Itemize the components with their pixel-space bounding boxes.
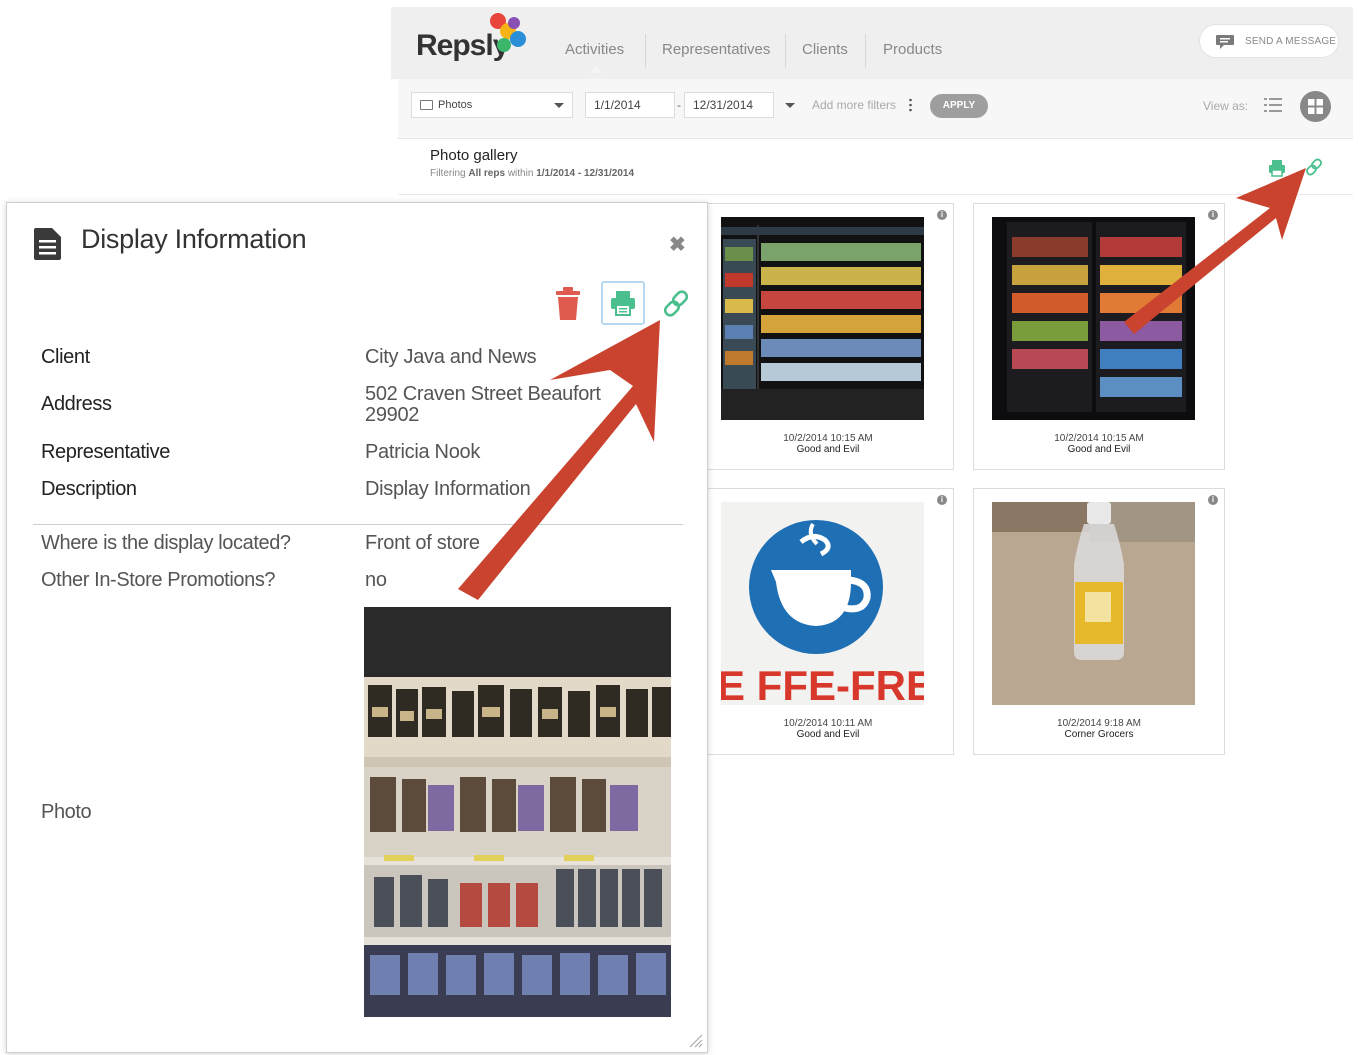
description-label: Description <box>41 478 137 500</box>
question-label: Where is the display located? <box>41 532 291 554</box>
photo-timestamp: 10/2/2014 10:11 AM <box>783 718 873 729</box>
photo-label: Photo <box>41 801 92 823</box>
question-label: Other In-Store Promotions? <box>41 569 276 591</box>
photo-client-name: Good and Evil <box>796 729 860 740</box>
gallery-header: Photo gallery Filtering All reps within … <box>398 139 1353 195</box>
photo-timestamp: 10/2/2014 10:15 AM <box>783 433 873 444</box>
client-label: Client <box>41 346 90 368</box>
photo-client-name: Good and Evil <box>796 444 860 455</box>
info-icon[interactable]: i <box>937 210 947 220</box>
filter-summary-reps: All reps <box>468 168 506 179</box>
filter-summary-range: 1/1/2014 - 12/31/2014 <box>536 168 635 179</box>
repsly-logo-icon <box>490 13 526 52</box>
photo-timestamp: 10/2/2014 10:15 AM <box>1054 433 1144 444</box>
address-label: Address <box>41 393 112 415</box>
chevron-down-icon <box>554 103 564 108</box>
address-line-1: 502 Craven Street Beaufort <box>365 383 601 405</box>
active-tab-caret <box>588 66 604 73</box>
representative-value: Patricia Nook <box>365 441 481 463</box>
photo-card[interactable]: i 10/2/2014 10:15 AM Good and Evil <box>973 203 1225 470</box>
top-navigation-bar: Repsly Activities Representatives Client… <box>391 7 1353 79</box>
display-photo[interactable] <box>364 607 671 1017</box>
add-more-filters-link[interactable]: Add more filters <box>812 98 896 112</box>
filter-bar: Photos 1/1/2014 - 12/31/2014 Add more fi… <box>398 79 1353 139</box>
nav-divider <box>645 34 646 68</box>
nav-tab-clients[interactable]: Clients <box>802 41 848 58</box>
photo-card[interactable]: i E FFE-FRE 10/2/2014 10:11 AM Good and … <box>702 488 954 755</box>
activity-type-value: Photos <box>438 99 473 111</box>
apply-button[interactable]: APPLY <box>930 94 988 118</box>
nav-divider <box>785 34 786 68</box>
info-icon[interactable]: i <box>1208 210 1218 220</box>
link-icon[interactable] <box>661 289 691 319</box>
chat-bubble-icon <box>1216 35 1234 49</box>
date-to-input[interactable]: 12/31/2014 <box>684 92 774 118</box>
link-icon[interactable] <box>1304 157 1324 177</box>
representative-label: Representative <box>41 441 170 463</box>
photo-card[interactable]: i 10/2/2014 9:18 AM Corner Grocers <box>973 488 1225 755</box>
modal-title: Display Information <box>81 224 307 254</box>
section-divider <box>33 524 683 525</box>
nav-tab-products[interactable]: Products <box>883 41 942 58</box>
send-message-label: SEND A MESSAGE <box>1245 36 1337 47</box>
view-as-label: View as: <box>1203 99 1249 113</box>
display-information-modal: Display Information ✖ Client City Java a… <box>6 202 708 1053</box>
vertical-dots-icon[interactable] <box>909 98 912 112</box>
print-button[interactable] <box>601 281 645 325</box>
close-icon[interactable]: ✖ <box>669 232 686 257</box>
photo-client-name: Corner Grocers <box>1064 729 1134 740</box>
filter-summary-within: within <box>507 168 534 179</box>
list-view-icon[interactable] <box>1264 97 1282 113</box>
gallery-filter-summary: Filtering All reps within 1/1/2014 - 12/… <box>430 168 634 179</box>
print-icon <box>611 291 635 316</box>
question-answer: no <box>365 569 387 591</box>
send-message-button[interactable]: SEND A MESSAGE <box>1199 24 1339 58</box>
photo-client-name: Good and Evil <box>1067 444 1131 455</box>
photo-timestamp: 10/2/2014 9:18 AM <box>1057 718 1141 729</box>
trash-icon[interactable] <box>555 287 581 321</box>
photo-thumbnail-fridge <box>992 217 1195 420</box>
resize-handle-icon[interactable] <box>687 1032 703 1048</box>
photo-thumbnail-coffee-sign: E FFE-FRE <box>721 502 924 705</box>
gallery-title: Photo gallery <box>430 147 518 164</box>
print-icon[interactable] <box>1268 159 1286 177</box>
nav-tab-representatives[interactable]: Representatives <box>662 41 770 58</box>
document-icon <box>34 228 61 260</box>
nav-divider <box>865 34 866 68</box>
activity-type-select[interactable]: Photos <box>411 92 573 118</box>
nav-tab-activities[interactable]: Activities <box>565 41 624 58</box>
address-line-2: 29902 <box>365 404 420 426</box>
info-icon[interactable]: i <box>937 495 947 505</box>
question-answer: Front of store <box>365 532 480 554</box>
description-value: Display Information <box>365 478 531 500</box>
date-range-dropdown-icon[interactable] <box>785 103 795 108</box>
image-icon <box>420 100 433 110</box>
client-value: City Java and News <box>365 346 537 368</box>
grid-view-button[interactable] <box>1300 91 1331 122</box>
photo-thumbnail-fridge <box>721 217 924 420</box>
photo-card[interactable]: i 10/2/2014 10:15 AM Good and Evil <box>702 203 954 470</box>
filter-summary-prefix: Filtering <box>430 168 466 179</box>
info-icon[interactable]: i <box>1208 495 1218 505</box>
coffee-sign-text: E FFE-FRE <box>721 662 924 705</box>
grid-icon <box>1308 99 1323 114</box>
date-from-input[interactable]: 1/1/2014 <box>585 92 675 118</box>
photo-thumbnail-bottle <box>992 502 1195 705</box>
date-range-separator: - <box>677 98 681 112</box>
